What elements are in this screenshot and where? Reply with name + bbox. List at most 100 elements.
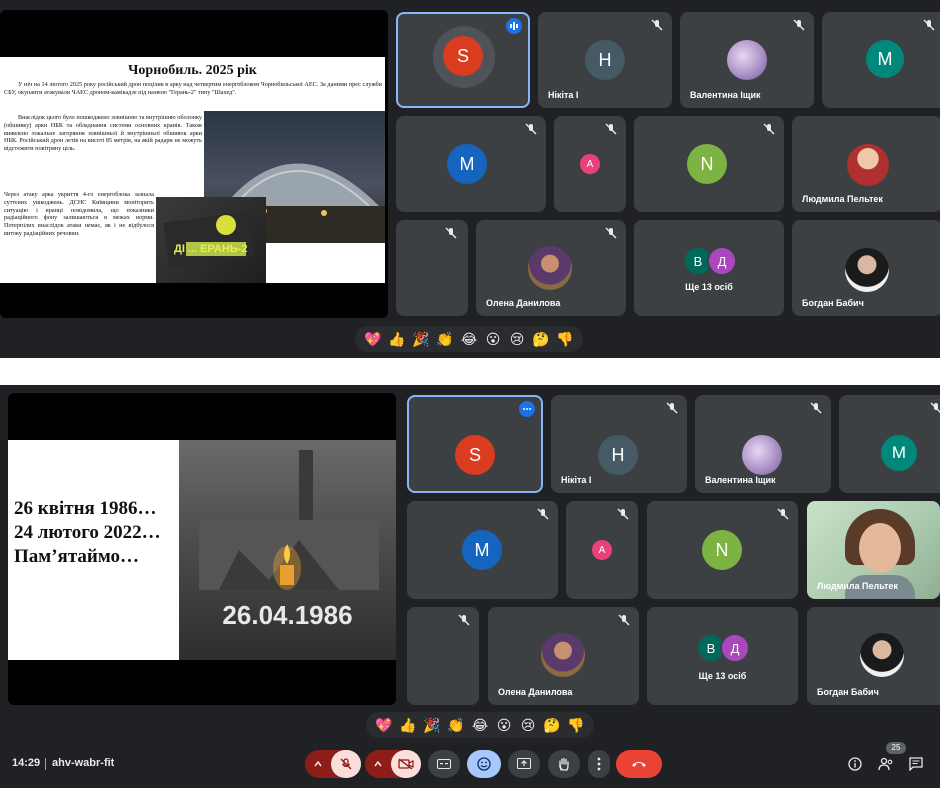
avatar-n: N <box>702 530 742 570</box>
avatar-d: Д <box>720 633 750 663</box>
mic-off-icon <box>777 508 789 520</box>
reaction-heart[interactable]: 💖 <box>372 713 396 737</box>
participant-tile-olena[interactable]: Олена Данилова <box>476 220 626 316</box>
participant-tile-n[interactable]: N <box>647 501 798 599</box>
avatar-photo-bohdan <box>860 633 904 677</box>
avatar-photo-bohdan <box>845 248 889 292</box>
reaction-sad[interactable]: 😢 <box>505 327 529 351</box>
reaction-thumbs-up[interactable]: 👍 <box>396 713 420 737</box>
reaction-thumbs-up[interactable]: 👍 <box>385 327 409 351</box>
slide-line-2: 24 лютого 2022… <box>14 522 161 543</box>
avatar-photo-olena <box>528 246 572 290</box>
participant-tile-s-self[interactable]: S <box>407 395 543 493</box>
participant-tile-nikita[interactable]: H Нікіта І <box>538 12 672 108</box>
people-button[interactable] <box>876 754 896 774</box>
more-options-icon[interactable] <box>519 401 535 417</box>
slide-title: Чорнобиль. 2025 рік <box>128 63 257 78</box>
mic-off-icon <box>525 123 537 135</box>
participant-tile-m-1[interactable]: M <box>839 395 940 493</box>
leave-call-button[interactable] <box>616 750 662 778</box>
avatar-flowers-icon <box>742 435 782 475</box>
mic-off-icon <box>605 123 617 135</box>
captions-button[interactable] <box>428 750 460 778</box>
smile-icon <box>477 757 491 771</box>
participant-name: Богдан Бабич <box>817 687 879 697</box>
reaction-party[interactable]: 🎉 <box>409 327 433 351</box>
slide-remember: 26 квітня 1986… 24 лютого 2022… Пам’ятай… <box>8 440 396 660</box>
participant-name: Олена Данилова <box>486 298 561 308</box>
reaction-thinking[interactable]: 🤔 <box>540 713 564 737</box>
audio-options-chevron-icon[interactable] <box>305 750 331 778</box>
presentation-stage: 26 квітня 1986… 24 лютого 2022… Пам’ятай… <box>8 393 396 705</box>
emoji-reactions-button[interactable] <box>467 750 501 778</box>
camera-toggle-button[interactable] <box>391 750 421 778</box>
mic-off-icon <box>810 402 822 414</box>
reaction-clap[interactable]: 👏 <box>444 713 468 737</box>
meeting-info-button[interactable] <box>845 754 865 774</box>
participant-tile-empty[interactable] <box>407 607 479 705</box>
mic-toggle-button[interactable] <box>331 750 361 778</box>
avatar-s: S <box>455 435 495 475</box>
video-options-chevron-icon[interactable] <box>365 750 391 778</box>
avatar-a: A <box>592 540 612 560</box>
more-participants-label: Ще 13 осіб <box>685 282 733 292</box>
reaction-surprised[interactable]: 😮 <box>492 713 516 737</box>
more-vert-icon <box>597 757 601 771</box>
reaction-bar: 💖 👍 🎉 👏 😂 😮 😢 🤔 👎 <box>366 712 594 738</box>
reaction-sad[interactable]: 😢 <box>516 713 540 737</box>
participant-tile-nikita[interactable]: H Нікіта І <box>551 395 687 493</box>
avatar-m: M <box>881 435 917 471</box>
reaction-thumbs-down[interactable]: 👎 <box>564 713 588 737</box>
avatar-a: A <box>580 154 600 174</box>
participant-tile-m-2[interactable]: M <box>407 501 558 599</box>
meet-screenshot-bottom: 26 квітня 1986… 24 лютого 2022… Пам’ятай… <box>0 385 940 788</box>
participant-tile-valentyna[interactable]: Валентина Іщик <box>695 395 831 493</box>
info-icon <box>848 757 862 771</box>
participant-tile-n[interactable]: N <box>634 116 784 212</box>
participant-tile-lyudmyla-video[interactable]: Людмила Пельтек <box>807 501 940 599</box>
mic-off-icon <box>617 508 629 520</box>
reaction-thinking[interactable]: 🤔 <box>529 327 553 351</box>
mic-off-icon <box>445 227 457 239</box>
more-participants-label: Ще 13 осіб <box>698 671 747 681</box>
reaction-bar: 💖 👍 🎉 👏 😂 😮 😢 🤔 👎 <box>355 326 583 352</box>
reaction-thumbs-down[interactable]: 👎 <box>553 327 577 351</box>
mic-off-icon <box>458 614 470 626</box>
participant-tile-lyudmyla[interactable]: Людмила Пельтек <box>792 116 940 212</box>
more-options-button[interactable] <box>588 750 610 778</box>
participant-tile-valentyna[interactable]: Валентина Іщик <box>680 12 814 108</box>
participant-tile-s-self[interactable]: S <box>396 12 530 108</box>
participant-tile-a[interactable]: A <box>554 116 626 212</box>
chat-button[interactable] <box>906 754 926 774</box>
mic-off-icon <box>666 402 678 414</box>
avatar-m: M <box>447 144 487 184</box>
avatar-d: Д <box>707 246 737 276</box>
participant-tile-more[interactable]: В Д Ще 13 осіб <box>647 607 798 705</box>
participant-name: Валентина Іщик <box>705 475 776 485</box>
participant-tile-m-2[interactable]: M <box>396 116 546 212</box>
avatar-m: M <box>462 530 502 570</box>
participant-tile-olena[interactable]: Олена Данилова <box>488 607 639 705</box>
participant-name: Валентина Іщик <box>690 90 761 100</box>
clock: 14:29 <box>12 757 41 769</box>
slide-line-3: Пам’ятаймо… <box>14 546 140 567</box>
raise-hand-button[interactable] <box>548 750 580 778</box>
reaction-laugh[interactable]: 😂 <box>457 327 481 351</box>
avatar-nikita: H <box>598 435 638 475</box>
reaction-clap[interactable]: 👏 <box>433 327 457 351</box>
present-screen-button[interactable] <box>508 750 540 778</box>
participant-name: Нікіта І <box>561 475 592 485</box>
hand-icon <box>559 757 569 771</box>
reaction-laugh[interactable]: 😂 <box>468 713 492 737</box>
reaction-party[interactable]: 🎉 <box>420 713 444 737</box>
participant-tile-m-1[interactable]: M <box>822 12 940 108</box>
mic-off-icon <box>340 758 352 770</box>
reaction-surprised[interactable]: 😮 <box>481 327 505 351</box>
reaction-heart[interactable]: 💖 <box>361 327 385 351</box>
participant-tile-a[interactable]: A <box>566 501 638 599</box>
participant-tile-empty[interactable] <box>396 220 468 316</box>
hang-up-icon <box>632 762 646 767</box>
participant-tile-bohdan[interactable]: Богдан Бабич <box>807 607 940 705</box>
participant-tile-more[interactable]: В Д Ще 13 осіб <box>634 220 784 316</box>
participant-tile-bohdan[interactable]: Богдан Бабич <box>792 220 940 316</box>
